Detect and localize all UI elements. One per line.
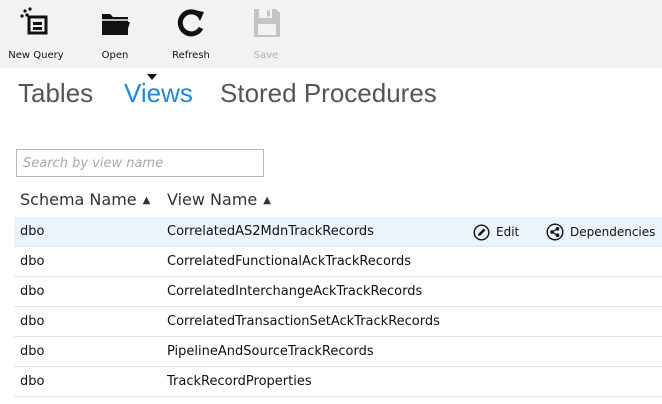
schema-cell: dbo [20,284,45,299]
new-query-label: New Query [8,50,64,61]
table-row[interactable]: dbo CorrelatedFunctionalAckTrackRecords [14,247,662,277]
view-name-cell: TrackRecordProperties [167,374,312,389]
save-button[interactable]: Save [244,0,288,68]
view-name-cell: CorrelatedFunctionalAckTrackRecords [167,254,412,269]
schema-cell: dbo [20,374,45,389]
dependencies-button[interactable]: Dependencies [546,222,655,242]
refresh-button[interactable]: Refresh [166,0,216,68]
view-name-cell: CorrelatedAS2MdnTrackRecords [167,224,374,239]
toolbar: New Query Open Refresh Save [0,0,662,68]
sort-ascending-icon: ▲ [142,195,151,206]
column-header-schema-name[interactable]: Schema Name ▲ [20,190,150,209]
open-label: Open [101,50,129,61]
schema-name-header-label: Schema Name [20,190,137,209]
schema-cell: dbo [20,344,45,359]
view-name-cell: CorrelatedInterchangeAckTrackRecords [167,284,423,299]
view-name-header-label: View Name [167,190,258,209]
view-name-cell: CorrelatedTransactionSetAckTrackRecords [167,314,440,329]
table-row[interactable]: dbo TrackRecordProperties [14,367,662,397]
tab-stored-procedures[interactable]: Stored Procedures [220,78,437,109]
save-label: Save [253,50,279,61]
pencil-circle-icon [473,223,490,241]
refresh-label: Refresh [172,50,210,61]
view-name-cell: PipelineAndSourceTrackRecords [167,344,374,359]
dependencies-label: Dependencies [570,225,656,239]
schema-cell: dbo [20,314,45,329]
views-table: dbo CorrelatedAS2MdnTrackRecords Edit De… [14,217,662,397]
search-input[interactable] [16,149,264,177]
edit-label: Edit [496,225,520,239]
dependencies-icon [546,223,564,241]
folder-icon [102,14,130,35]
table-row[interactable]: dbo CorrelatedAS2MdnTrackRecords Edit De… [14,217,662,247]
edit-button[interactable]: Edit [473,222,519,242]
sort-ascending-icon: ▲ [263,195,271,206]
schema-cell: dbo [20,254,45,269]
schema-cell: dbo [20,224,45,239]
refresh-icon [177,9,204,37]
open-button[interactable]: Open [92,0,138,68]
tab-views[interactable]: Views [124,78,193,109]
column-header-view-name[interactable]: View Name ▲ [167,190,271,209]
new-query-icon [20,7,48,35]
floppy-disk-icon [254,9,280,37]
new-query-button[interactable]: New Query [8,0,64,68]
table-row[interactable]: dbo PipelineAndSourceTrackRecords [14,337,662,367]
tab-tables[interactable]: Tables [18,78,93,109]
table-row[interactable]: dbo CorrelatedTransactionSetAckTrackReco… [14,307,662,337]
table-row[interactable]: dbo CorrelatedInterchangeAckTrackRecords [14,277,662,307]
